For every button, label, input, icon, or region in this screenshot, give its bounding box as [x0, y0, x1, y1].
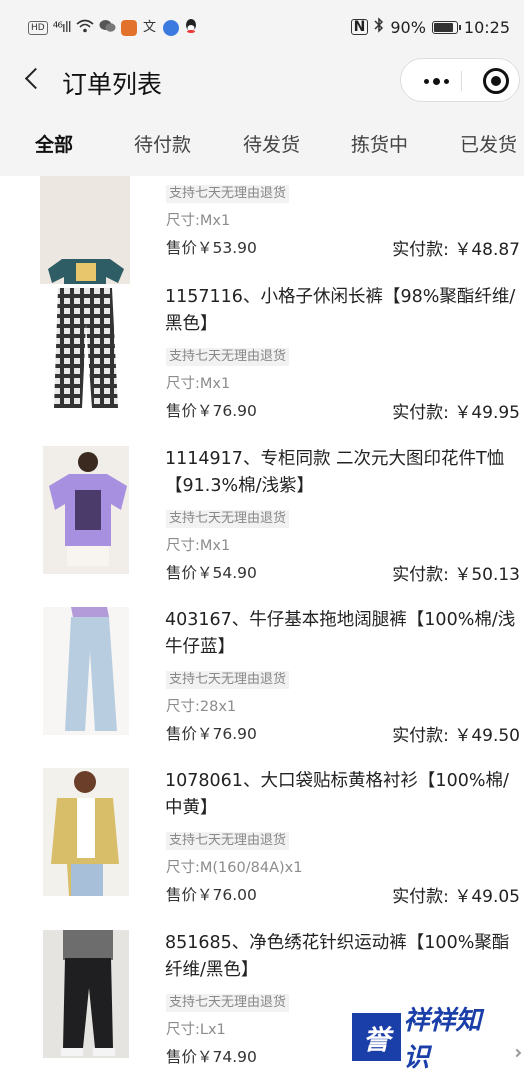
item-title[interactable]: 1078061、大口袋贴标黄格衬衫【100%棉/中黄】	[165, 768, 520, 822]
return-policy-tag: 支持七天无理由退货	[166, 671, 290, 689]
battery-percent: 90%	[390, 17, 426, 37]
page-title: 订单列表	[62, 70, 163, 99]
svg-text:文: 文	[143, 20, 156, 34]
tab-pending-payment[interactable]: 待付款	[134, 118, 191, 157]
return-policy-tag: 支持七天无理由退货	[166, 994, 290, 1012]
watermark-text: 祥祥知识	[403, 1006, 482, 1073]
order-item[interactable]: 1157116、小格子休闲长裤【98%聚酯纤维/黑色】 支持七天无理由退货 尺寸…	[0, 284, 524, 446]
item-list-price: 售价￥76.90	[166, 725, 257, 743]
order-item[interactable]: 1114917、专柜同款 二次元大图印花件T恤【91.3%棉/浅紫】 支持七天无…	[0, 446, 524, 608]
more-icon[interactable]	[415, 67, 457, 95]
order-list: 支持七天无理由退货 尺寸:Mx1 售价￥53.90 实付款: ￥48.87 11…	[0, 176, 524, 1080]
order-item[interactable]: 403167、牛仔基本拖地阔腿裤【100%棉/浅牛仔蓝】 支持七天无理由退货 尺…	[0, 607, 524, 769]
product-image-yellow-plaid-shirt	[43, 768, 129, 896]
mini-program-capsule	[400, 58, 520, 102]
clock: 10:25	[463, 17, 510, 37]
item-size: 尺寸:28x1	[166, 699, 237, 715]
return-policy-tag: 支持七天无理由退货	[166, 348, 290, 366]
tab-shipped[interactable]: 已发货	[460, 118, 517, 157]
item-list-price: 售价￥53.90	[166, 239, 257, 257]
capsule-divider	[461, 71, 462, 91]
tab-all[interactable]: 全部	[35, 118, 73, 157]
wechat-icon	[99, 19, 116, 37]
item-paid-amount: 实付款: ￥49.05	[392, 887, 520, 907]
watermark-badge: 誉	[352, 1013, 402, 1061]
tab-pending-shipment[interactable]: 待发货	[243, 118, 300, 157]
item-list-price: 售价￥54.90	[166, 564, 257, 582]
product-image-light-jeans	[43, 607, 129, 735]
item-paid-amount: 实付款: ￥49.95	[392, 403, 520, 423]
item-size: 尺寸:Mx1	[166, 213, 231, 229]
hd-icon: HD	[28, 21, 48, 35]
close-mini-program-icon[interactable]	[483, 68, 509, 94]
app-icon-orange	[120, 20, 137, 36]
qq-icon	[184, 18, 198, 38]
product-image-tshirt-teal	[40, 176, 130, 299]
item-paid-amount: 实付款: ￥50.13	[392, 565, 520, 585]
item-title[interactable]: 1114917、专柜同款 二次元大图印花件T恤【91.3%棉/浅紫】	[165, 446, 520, 500]
order-item[interactable]: 支持七天无理由退货 尺寸:Mx1 售价￥53.90 实付款: ￥48.87	[0, 176, 524, 299]
return-policy-tag: 支持七天无理由退货	[166, 510, 290, 528]
status-bar: HD ⁴⁶ıll 文 N 90% 10:25	[0, 0, 524, 56]
item-size: 尺寸:M(160/84A)x1	[166, 860, 303, 876]
item-list-price: 售价￥74.90	[166, 1048, 257, 1066]
item-paid-amount: 实付款: ￥49.50	[392, 726, 520, 746]
item-title[interactable]: 1157116、小格子休闲长裤【98%聚酯纤维/黑色】	[165, 284, 520, 338]
item-size: 尺寸:Mx1	[166, 538, 231, 554]
product-image-purple-tee	[43, 446, 129, 574]
item-size: 尺寸:Mx1	[166, 376, 231, 392]
order-item[interactable]: 1078061、大口袋贴标黄格衬衫【100%棉/中黄】 支持七天无理由退货 尺寸…	[0, 768, 524, 930]
product-image-plaid-pants	[40, 284, 130, 412]
nfc-icon: N	[350, 19, 369, 35]
app-icon-blue	[162, 20, 179, 36]
signal-icon: ⁴⁶ıll	[52, 20, 72, 36]
item-title[interactable]: 403167、牛仔基本拖地阔腿裤【100%棉/浅牛仔蓝】	[165, 607, 520, 661]
back-icon[interactable]	[18, 62, 52, 96]
product-image-black-joggers	[43, 930, 129, 1058]
status-left: HD ⁴⁶ıll 文	[28, 18, 198, 38]
item-size: 尺寸:Lx1	[166, 1022, 226, 1038]
item-title[interactable]: 851685、净色绣花针织运动裤【100%聚酯纤维/黑色】	[165, 930, 520, 984]
return-policy-tag: 支持七天无理由退货	[166, 185, 290, 203]
status-right: N 90% 10:25	[350, 17, 510, 37]
battery-icon	[431, 20, 461, 34]
item-list-price: 售价￥76.00	[166, 886, 257, 904]
bluetooth-icon	[374, 17, 384, 37]
translate-icon: 文	[142, 18, 158, 38]
item-paid-amount: 实付款: ￥48.87	[392, 240, 520, 260]
item-list-price: 售价￥76.90	[166, 402, 257, 420]
watermark-logo: 誉 祥祥知识	[352, 1006, 502, 1073]
nav-bar: 订单列表	[0, 56, 524, 106]
tab-picking[interactable]: 拣货中	[351, 118, 408, 157]
return-policy-tag: 支持七天无理由退货	[166, 832, 290, 850]
wifi-icon	[76, 19, 94, 37]
order-status-tabs: 全部 待付款 待发货 拣货中 已发货	[0, 118, 524, 168]
